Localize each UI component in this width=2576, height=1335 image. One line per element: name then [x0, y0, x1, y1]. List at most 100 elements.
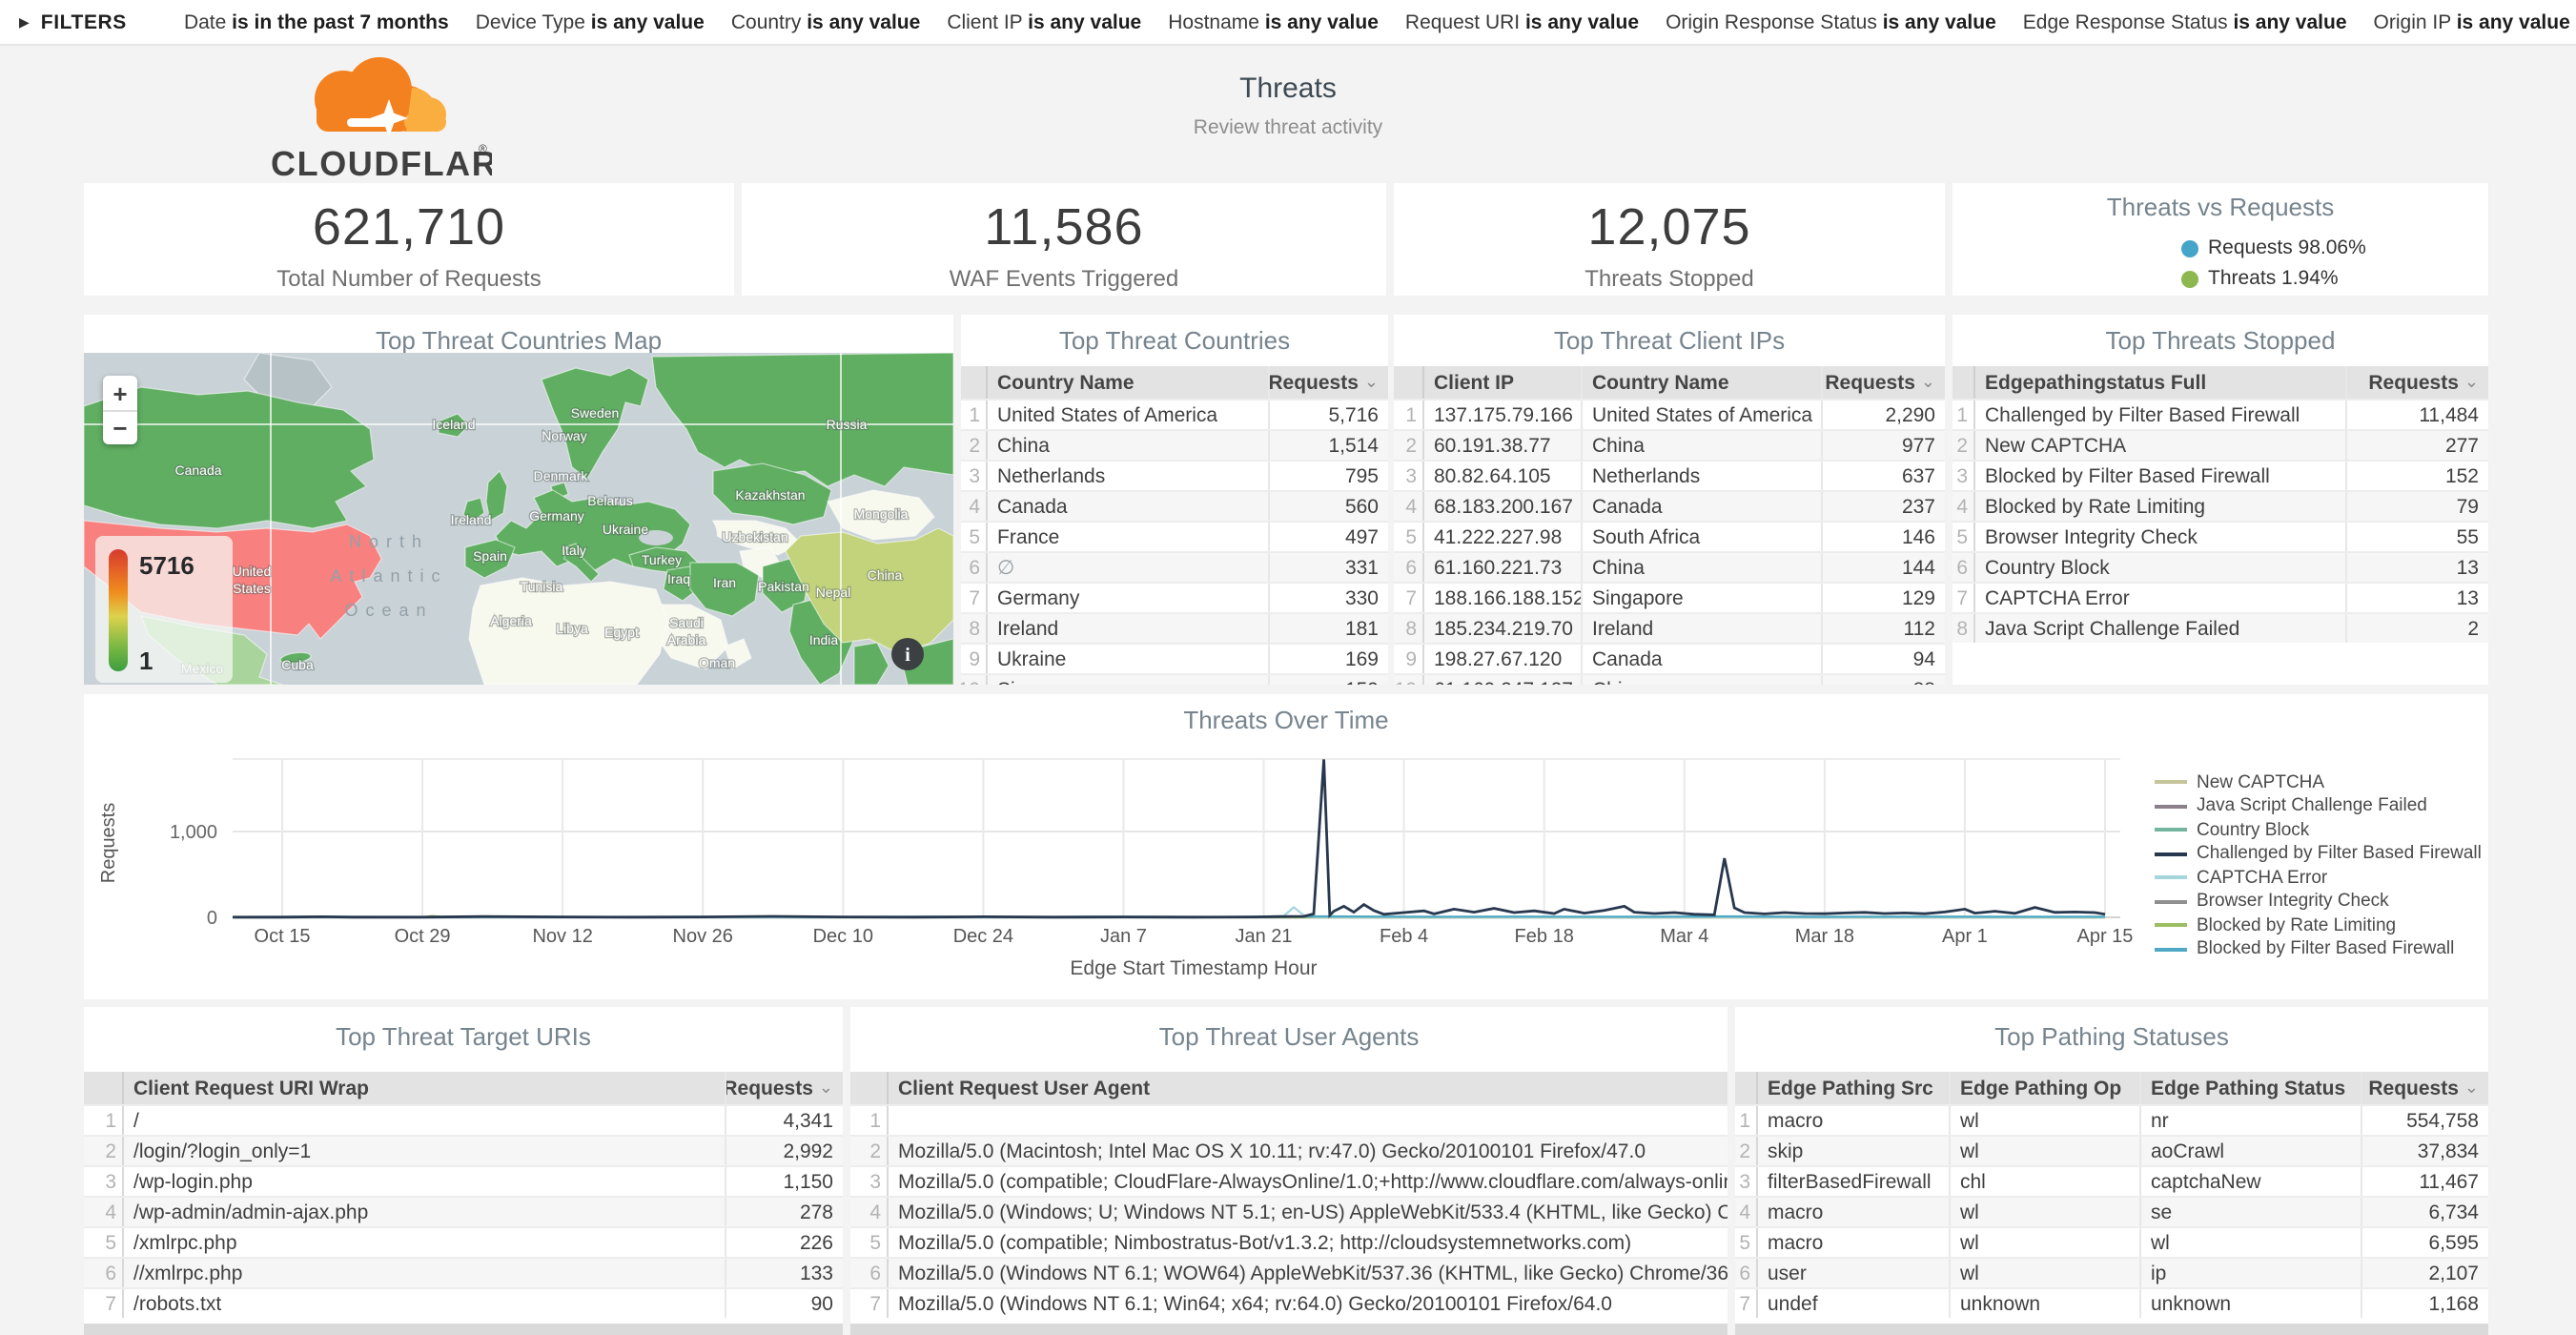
column-header-requests[interactable]: Requests⌄ — [725, 1072, 843, 1104]
filter-item-client-ip[interactable]: Client IP is any value — [947, 10, 1141, 33]
filter-item-hostname[interactable]: Hostname is any value — [1168, 10, 1379, 33]
row-number: 10 — [1394, 675, 1424, 685]
table-row[interactable]: 2skipwlaoCrawl37,834 — [1735, 1135, 2488, 1165]
table-row[interactable]: 468.183.200.167Canada237 — [1394, 490, 1945, 521]
table-row[interactable]: 2China1,514 — [961, 429, 1388, 460]
table-row[interactable]: 5France497 — [961, 521, 1388, 551]
table-row[interactable]: 6Country Block13 — [1952, 551, 2488, 582]
table-row[interactable]: 7188.166.188.152Singapore129 — [1394, 582, 1945, 612]
table-row[interactable]: 5Browser Integrity Check55 — [1952, 521, 2488, 551]
table-row[interactable]: 10Singapore159 — [961, 673, 1388, 685]
column-header-country-name[interactable]: Country Name — [1581, 366, 1821, 399]
table-row[interactable]: 1Challenged by Filter Based Firewall11,4… — [1952, 399, 2488, 429]
map-zoom-out-button[interactable]: − — [103, 410, 137, 444]
world-map[interactable]: North Atlantic Ocean CanadaUnitedStatesM… — [84, 353, 953, 685]
cell: 144 — [1821, 553, 1945, 582]
table-row[interactable]: 7CAPTCHA Error13 — [1952, 582, 2488, 612]
table-row[interactable]: 6Mozilla/5.0 (Windows NT 6.1; WOW64) App… — [850, 1257, 1728, 1287]
table-row[interactable]: 3/wp-login.php1,150 — [84, 1165, 843, 1196]
column-header-requests[interactable]: Requests⌄ — [1268, 366, 1388, 399]
column-header-requests[interactable]: Requests⌄ — [2361, 1072, 2488, 1104]
table-row[interactable]: 5/xmlrpc.php226 — [84, 1226, 843, 1257]
map-info-button[interactable]: i — [891, 638, 924, 670]
cell: 129 — [1821, 584, 1945, 612]
chart-legend-item[interactable]: Country Block — [2155, 818, 2482, 842]
table-row[interactable]: 2Mozilla/5.0 (Macintosh; Intel Mac OS X … — [850, 1135, 1728, 1165]
chart-legend-item[interactable]: Java Script Challenge Failed — [2155, 794, 2482, 818]
filters-toggle[interactable]: FILTERS — [41, 10, 127, 33]
column-header-country-name[interactable]: Country Name — [988, 366, 1268, 399]
table-row[interactable]: 4/wp-admin/admin-ajax.php278 — [84, 1196, 843, 1226]
table-row[interactable]: 9Ukraine169 — [961, 643, 1388, 673]
filter-item-device-type[interactable]: Device Type is any value — [476, 10, 705, 33]
map-label: Arabia — [667, 632, 706, 647]
row-number: 4 — [961, 492, 988, 521]
column-header-client-ip[interactable]: Client IP — [1424, 366, 1581, 399]
chart-legend-item[interactable]: Challenged by Filter Based Firewall — [2155, 842, 2482, 866]
chart-legend-item[interactable]: Blocked by Filter Based Firewall — [2155, 937, 2482, 961]
table-row[interactable]: 4Blocked by Rate Limiting79 — [1952, 490, 2488, 521]
horizontal-scrollbar[interactable] — [1735, 1324, 2488, 1335]
column-header-requests[interactable]: Requests⌄ — [1821, 366, 1945, 399]
table-row[interactable]: 8Java Script Challenge Failed2 — [1952, 612, 2488, 643]
column-header-edge-pathing-op[interactable]: Edge Pathing Op — [1949, 1072, 2139, 1104]
table-row[interactable]: 7undefunknownunknown1,168 — [1735, 1287, 2488, 1318]
table-row[interactable]: 661.160.221.73China144 — [1394, 551, 1945, 582]
horizontal-scrollbar[interactable] — [850, 1324, 1728, 1335]
table-row[interactable]: 7Mozilla/5.0 (Windows NT 6.1; Win64; x64… — [850, 1287, 1728, 1318]
table-row[interactable]: 3filterBasedFirewallchlcaptchaNew11,467 — [1735, 1165, 2488, 1196]
table-row[interactable]: 8Ireland181 — [961, 612, 1388, 643]
table-row[interactable]: 1137.175.79.166United States of America2… — [1394, 399, 1945, 429]
column-header-requests[interactable]: Requests⌄ — [2345, 366, 2488, 399]
table-row[interactable]: 7/robots.txt90 — [84, 1287, 843, 1318]
table-row[interactable]: 1macrowlnr554,758 — [1735, 1104, 2488, 1135]
table-row[interactable]: 2New CAPTCHA277 — [1952, 429, 2488, 460]
filter-item-origin-response-status[interactable]: Origin Response Status is any value — [1666, 10, 1996, 33]
table-row[interactable]: 6∅331 — [961, 551, 1388, 582]
filter-item-origin-ip[interactable]: Origin IP is any value — [2374, 10, 2570, 33]
chart-legend-item[interactable]: New CAPTCHA — [2155, 770, 2482, 794]
filter-item-request-uri[interactable]: Request URI is any value — [1405, 10, 1639, 33]
table-row[interactable]: 3Netherlands795 — [961, 460, 1388, 490]
table-row[interactable]: 4Canada560 — [961, 490, 1388, 521]
table-row[interactable]: 4macrowlse6,734 — [1735, 1196, 2488, 1226]
table-row[interactable]: 541.222.227.98South Africa146 — [1394, 521, 1945, 551]
x-tick-label: Dec 10 — [813, 926, 873, 947]
column-header-edgepathingstatus-full[interactable]: Edgepathingstatus Full — [1975, 366, 2345, 399]
column-header-client-request-uri-wrap[interactable]: Client Request URI Wrap — [124, 1072, 725, 1104]
table-row[interactable]: 260.191.38.77China977 — [1394, 429, 1945, 460]
column-header-edge-pathing-status[interactable]: Edge Pathing Status — [2139, 1072, 2361, 1104]
horizontal-scrollbar[interactable] — [84, 1324, 843, 1335]
table-row[interactable]: 9198.27.67.120Canada94 — [1394, 643, 1945, 673]
filter-item-date[interactable]: Date is in the past 7 months — [184, 10, 449, 33]
table-row[interactable]: 1 — [850, 1104, 1728, 1135]
column-header-client-request-user-agent[interactable]: Client Request User Agent — [889, 1072, 1728, 1104]
row-number: 2 — [961, 431, 988, 460]
filter-item-country[interactable]: Country is any value — [731, 10, 920, 33]
map-zoom-in-button[interactable]: + — [103, 376, 137, 410]
map-label: Sweden — [571, 405, 620, 421]
table-row[interactable]: 3Mozilla/5.0 (compatible; CloudFlare-Alw… — [850, 1165, 1728, 1196]
x-tick-label: Nov 26 — [673, 926, 733, 947]
table-row[interactable]: 6//xmlrpc.php133 — [84, 1257, 843, 1287]
chart-legend-item[interactable]: Blocked by Rate Limiting — [2155, 914, 2482, 937]
table-row[interactable]: 1061.160.247.127China88 — [1394, 673, 1945, 685]
table-row[interactable]: 6userwlip2,107 — [1735, 1257, 2488, 1287]
table-row[interactable]: 4Mozilla/5.0 (Windows; U; Windows NT 5.1… — [850, 1196, 1728, 1226]
table-row[interactable]: 5Mozilla/5.0 (compatible; Nimbostratus-B… — [850, 1226, 1728, 1257]
table-row[interactable]: 2/login/?login_only=12,992 — [84, 1135, 843, 1165]
table-row[interactable]: 8185.234.219.70Ireland112 — [1394, 612, 1945, 643]
map-label: Oman — [699, 655, 735, 670]
filters-expand-caret-icon[interactable]: ▶ — [19, 14, 30, 30]
chart-legend-item[interactable]: Browser Integrity Check — [2155, 890, 2482, 914]
table-row[interactable]: 3Blocked by Filter Based Firewall152 — [1952, 460, 2488, 490]
column-header-edge-pathing-src[interactable]: Edge Pathing Src — [1758, 1072, 1949, 1104]
table-row[interactable]: 5macrowlwl6,595 — [1735, 1226, 2488, 1257]
table-row[interactable]: 1United States of America5,716 — [961, 399, 1388, 429]
table-row[interactable]: 7Germany330 — [961, 582, 1388, 612]
filter-item-edge-response-status[interactable]: Edge Response Status is any value — [2023, 10, 2347, 33]
table-row[interactable]: 380.82.64.105Netherlands637 — [1394, 460, 1945, 490]
threats-over-time-chart[interactable]: 01,000Oct 15Oct 29Nov 12Nov 26Dec 10Dec … — [84, 694, 2488, 999]
chart-legend-item[interactable]: CAPTCHA Error — [2155, 866, 2482, 890]
table-row[interactable]: 1/4,341 — [84, 1104, 843, 1135]
